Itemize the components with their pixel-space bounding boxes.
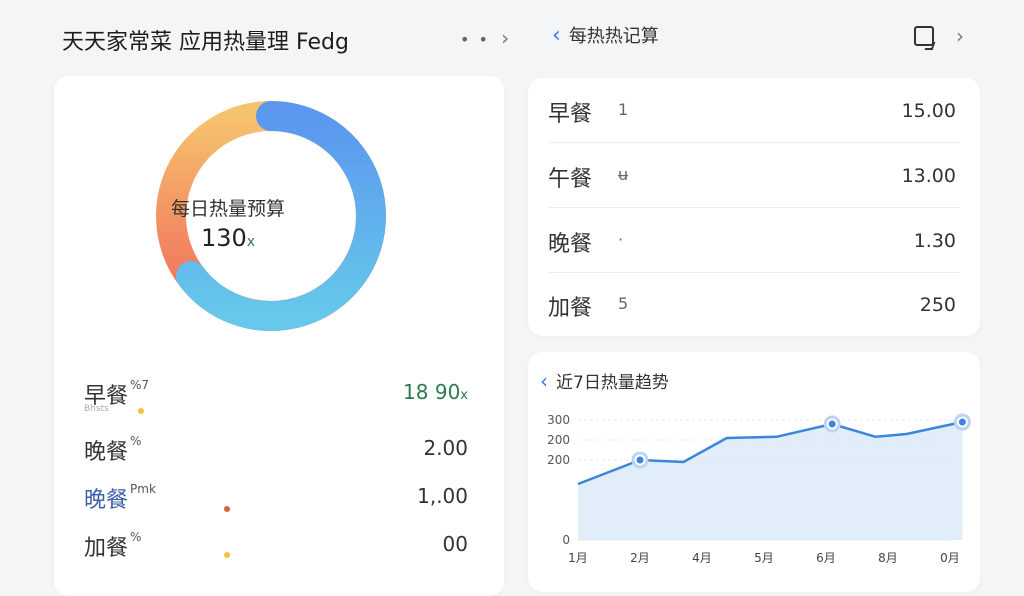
donut-label: 每日热量预算	[170, 198, 285, 220]
x-tick-label: 2月	[630, 551, 650, 565]
y-tick-label: 200	[547, 433, 570, 447]
meal-name: 加餐	[84, 536, 129, 561]
meal-name: 晚餐	[84, 488, 129, 513]
note-icon[interactable]	[914, 26, 934, 46]
back-chevron-icon[interactable]: ‹	[552, 23, 561, 48]
more-menu-button[interactable]: • • ›	[460, 26, 511, 50]
data-point	[828, 420, 836, 428]
y-tick-label: 300	[547, 413, 570, 427]
y-tick-label: 200	[547, 453, 570, 467]
status-dot-icon	[138, 408, 144, 414]
meal-sup: %	[130, 530, 142, 544]
data-point	[636, 456, 644, 464]
status-dot-icon	[224, 506, 230, 512]
record-row-breakfast[interactable]: 早餐 1 15.00	[528, 78, 980, 142]
trend-title: 近7日热量趋势	[556, 373, 669, 393]
page-title: 天天家常菜 应用热量理 Fedg	[62, 30, 349, 55]
meal-value: 18 90x	[403, 380, 468, 404]
next-chevron-icon[interactable]: ›	[956, 24, 964, 48]
meal-row-breakfast[interactable]: 早餐 %7 Bhsts 18 90x	[84, 378, 484, 414]
meal-row-snack[interactable]: 加餐% 00	[84, 530, 484, 562]
more-dots-icon: • •	[460, 30, 490, 49]
record-mark: 5	[618, 294, 629, 313]
record-value: 1.30	[913, 230, 956, 252]
data-point	[958, 418, 966, 426]
record-name: 晚餐	[548, 232, 593, 257]
trend-line-chart: 300 200 200 0 1月 2月 4月 5月 6月 8月 0月	[547, 413, 971, 565]
record-name: 加餐	[548, 296, 593, 321]
record-value: 250	[919, 294, 956, 316]
meal-row-dinner[interactable]: 晚餐% 2.00	[84, 434, 484, 466]
meal-subtext: Bhsts	[84, 404, 109, 414]
trend-header[interactable]: ‹ 近7日热量趋势	[540, 368, 669, 393]
record-row-snack[interactable]: 加餐 5 250	[528, 272, 980, 336]
x-tick-label: 4月	[692, 551, 712, 565]
record-value: 15.00	[901, 100, 956, 122]
meal-row-dinner-2[interactable]: 晚餐 Pmk 1,.00	[84, 482, 484, 514]
meal-sup: %	[130, 434, 142, 448]
meal-value: 1,.00	[417, 484, 468, 508]
x-tick-label: 5月	[754, 551, 774, 565]
donut-value-unit: x	[246, 234, 256, 250]
x-tick-label: 8月	[878, 551, 898, 565]
record-value: 13.00	[901, 165, 956, 187]
donut-value: 130x	[48, 224, 408, 252]
meal-sup: Pmk	[130, 482, 156, 496]
x-tick-label: 6月	[816, 551, 836, 565]
record-mark: ·	[618, 230, 624, 249]
calorie-record-title: 每热热记算	[568, 26, 659, 47]
meal-sup: %7	[130, 378, 150, 392]
y-tick-label: 0	[562, 533, 570, 547]
record-name: 早餐	[548, 102, 593, 127]
record-name: 午餐	[548, 167, 593, 192]
record-mark: 1	[618, 100, 629, 119]
donut-value-number: 130	[200, 224, 247, 252]
record-row-dinner[interactable]: 晚餐 · 1.30	[528, 208, 980, 272]
meal-value-number: 18 90	[403, 380, 461, 404]
meal-value-unit: x	[460, 388, 468, 403]
calorie-record-header[interactable]: ‹ 每热热记算	[552, 22, 659, 48]
meal-value: 2.00	[423, 436, 468, 460]
meal-name: 晚餐	[84, 440, 129, 465]
chevron-right-icon: ›	[501, 26, 512, 50]
back-chevron-icon[interactable]: ‹	[540, 369, 548, 393]
status-dot-icon	[224, 552, 230, 558]
record-mark: ʉ	[618, 165, 629, 184]
record-row-lunch[interactable]: 午餐 ʉ 13.00	[528, 143, 980, 207]
x-tick-label: 0月	[940, 551, 960, 565]
x-tick-label: 1月	[568, 551, 588, 565]
series-area	[578, 422, 963, 540]
meal-value: 00	[442, 532, 468, 556]
